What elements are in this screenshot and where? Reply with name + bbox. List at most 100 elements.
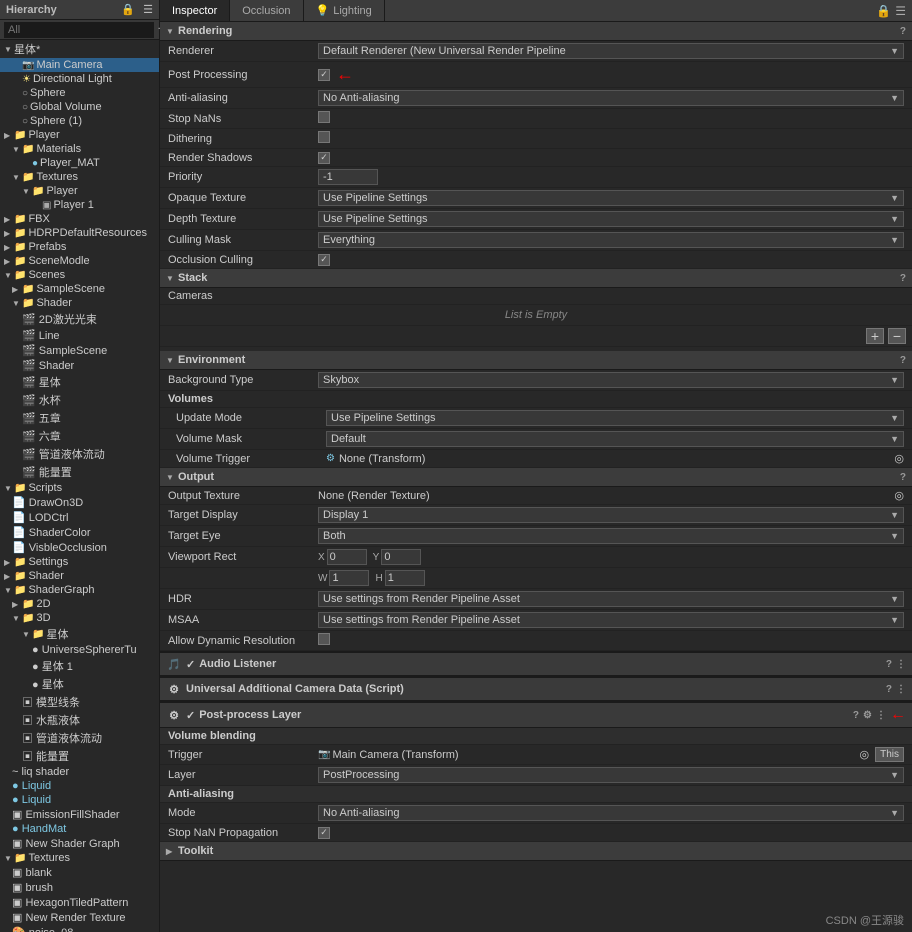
tree-item-player-mat[interactable]: ● Player_MAT xyxy=(0,156,159,170)
render-shadows-checkbox[interactable] xyxy=(318,152,330,164)
background-type-dropdown[interactable]: Skybox ▼ xyxy=(318,372,904,388)
audio-listener-help-btn[interactable]: ? xyxy=(886,659,892,670)
post-process-layer-help-btn[interactable]: ? xyxy=(853,710,859,721)
post-process-layer-enabled[interactable]: ✓ xyxy=(186,709,195,722)
hierarchy-search-input[interactable] xyxy=(4,22,154,38)
tree-item-3d-sg[interactable]: ▼ 📁 3D xyxy=(0,611,159,625)
tree-item-scenemode[interactable]: ▶ 📁 SceneModle xyxy=(0,254,159,268)
tree-item-textures-root[interactable]: ▼ 📁 Textures xyxy=(0,851,159,865)
tree-item-samplescene[interactable]: ▶ 📁 SampleScene xyxy=(0,282,159,296)
tree-item-wuzhang[interactable]: 🎬 五章 xyxy=(0,409,159,427)
tab-lighting[interactable]: 💡 Lighting xyxy=(304,0,385,21)
audio-listener-enabled[interactable]: ✓ xyxy=(186,658,195,671)
tree-item-xingti-root[interactable]: ▼ 星体* xyxy=(0,40,159,58)
tree-item-liuzhang[interactable]: 🎬 六章 xyxy=(0,427,159,445)
tree-item-xingti-3d[interactable]: ▼ 📁 星体 xyxy=(0,625,159,643)
tree-item-prefabs[interactable]: ▶ 📁 Prefabs xyxy=(0,240,159,254)
tree-item-shadercolor[interactable]: 📄 ShaderColor xyxy=(0,525,159,540)
target-display-dropdown[interactable]: Display 1 ▼ xyxy=(318,507,904,523)
tree-item-xingti2[interactable]: 🎬 星体 xyxy=(0,373,159,391)
tree-item-settings[interactable]: ▶ 📁 Settings xyxy=(0,555,159,569)
tree-item-fbx[interactable]: ▶ 📁 FBX xyxy=(0,212,159,226)
priority-input[interactable] xyxy=(318,169,378,185)
mode-dropdown[interactable]: No Anti-aliasing ▼ xyxy=(318,805,904,821)
stack-add-button[interactable]: + xyxy=(866,328,884,344)
tree-item-brush[interactable]: ▣ brush xyxy=(0,880,159,895)
tree-item-visbleocclusion[interactable]: 📄 VisbleOcclusion xyxy=(0,540,159,555)
tree-item-sphere-1[interactable]: ○ Sphere (1) xyxy=(0,114,159,128)
tree-item-player-subfolder[interactable]: ▼ 📁 Player xyxy=(0,184,159,198)
volume-mask-dropdown[interactable]: Default ▼ xyxy=(326,431,904,447)
update-mode-dropdown[interactable]: Use Pipeline Settings ▼ xyxy=(326,410,904,426)
tree-item-new-render[interactable]: ▣ New Render Texture xyxy=(0,910,159,925)
stack-section-header[interactable]: ▼ Stack ? xyxy=(160,269,912,288)
tree-item-materials[interactable]: ▼ 📁 Materials xyxy=(0,142,159,156)
audio-listener-menu-btn[interactable]: ⋮ xyxy=(896,659,906,670)
tree-item-lodctrl[interactable]: 📄 LODCtrl xyxy=(0,510,159,525)
tree-item-noise08[interactable]: 🎨 noise_08 xyxy=(0,925,159,932)
universal-additional-header[interactable]: ⚙ Universal Additional Camera Data (Scri… xyxy=(160,676,912,701)
tree-item-drawon3d[interactable]: 📄 DrawOn3D xyxy=(0,495,159,510)
tree-item-guandao-sg[interactable]: ▣ 管道液体流动 xyxy=(0,729,159,747)
tree-item-hdrp[interactable]: ▶ 📁 HDRPDefaultResources xyxy=(0,226,159,240)
trigger-target-icon[interactable]: ◎ xyxy=(859,748,869,761)
tree-item-nengliangzhi[interactable]: 🎬 能量置 xyxy=(0,463,159,481)
stack-remove-button[interactable]: − xyxy=(888,328,906,344)
toolkit-section-header[interactable]: ▶ Toolkit xyxy=(160,842,912,861)
tree-item-sphere[interactable]: ○ Sphere xyxy=(0,86,159,100)
tree-item-shader-root[interactable]: ▶ 📁 Shader xyxy=(0,569,159,583)
post-process-layer-settings-btn[interactable]: ⚙ xyxy=(863,710,872,721)
tree-item-samplescene2[interactable]: 🎬 SampleScene xyxy=(0,343,159,358)
h-input[interactable] xyxy=(385,570,425,586)
depth-texture-dropdown[interactable]: Use Pipeline Settings ▼ xyxy=(318,211,904,227)
post-processing-checkbox[interactable] xyxy=(318,69,330,81)
post-process-layer-menu-btn[interactable]: ⋮ xyxy=(876,710,886,721)
layer-dropdown[interactable]: PostProcessing ▼ xyxy=(318,767,904,783)
tree-item-liq-shader[interactable]: ~ liq shader xyxy=(0,765,159,779)
output-section-header[interactable]: ▼ Output ? xyxy=(160,468,912,487)
stop-nan-checkbox[interactable] xyxy=(318,827,330,839)
output-help-icon[interactable]: ? xyxy=(900,472,906,483)
this-button[interactable]: This xyxy=(875,747,904,762)
dynamic-resolution-checkbox[interactable] xyxy=(318,633,330,645)
hdr-dropdown[interactable]: Use settings from Render Pipeline Asset … xyxy=(318,591,904,607)
occlusion-culling-checkbox[interactable] xyxy=(318,254,330,266)
tree-item-textures-player[interactable]: ▼ 📁 Textures xyxy=(0,170,159,184)
audio-listener-header[interactable]: 🎵 ✓ Audio Listener ? ⋮ xyxy=(160,651,912,676)
tree-item-main-camera[interactable]: 📷 Main Camera xyxy=(0,58,159,72)
stack-help-icon[interactable]: ? xyxy=(900,273,906,284)
dithering-checkbox[interactable] xyxy=(318,131,330,143)
inspector-menu-icon[interactable]: ☰ xyxy=(895,4,906,18)
tree-item-new-sg[interactable]: ▣ New Shader Graph xyxy=(0,836,159,851)
tree-item-global-volume[interactable]: ○ Global Volume xyxy=(0,100,159,114)
renderer-dropdown[interactable]: Default Renderer (New Universal Render P… xyxy=(318,43,904,59)
tree-item-shader2[interactable]: 🎬 Shader xyxy=(0,358,159,373)
tree-item-directional-light[interactable]: ☀ Directional Light xyxy=(0,72,159,86)
culling-mask-dropdown[interactable]: Everything ▼ xyxy=(318,232,904,248)
tab-inspector[interactable]: Inspector xyxy=(160,0,230,21)
tab-occlusion[interactable]: Occlusion xyxy=(230,0,303,21)
y-input[interactable] xyxy=(381,549,421,565)
tree-item-shader-scenes[interactable]: ▼ 📁 Shader xyxy=(0,296,159,310)
tree-item-xingti-1[interactable]: ● 星体 1 xyxy=(0,657,159,675)
post-process-layer-header[interactable]: ⚙ ✓ Post-process Layer ? ⚙ ⋮ ← xyxy=(160,701,912,728)
tree-item-player-1[interactable]: ▣ Player 1 xyxy=(0,198,159,212)
universal-additional-help-btn[interactable]: ? xyxy=(886,684,892,695)
stop-nans-checkbox[interactable] xyxy=(318,111,330,123)
anti-aliasing-dropdown[interactable]: No Anti-aliasing ▼ xyxy=(318,90,904,106)
hierarchy-menu-icon[interactable]: ☰ xyxy=(143,3,153,16)
tree-item-shadergraph[interactable]: ▼ 📁 ShaderGraph xyxy=(0,583,159,597)
target-eye-dropdown[interactable]: Both ▼ xyxy=(318,528,904,544)
volume-trigger-target-icon[interactable]: ◎ xyxy=(894,452,904,465)
output-texture-target-icon[interactable]: ◎ xyxy=(894,489,904,502)
msaa-dropdown[interactable]: Use settings from Render Pipeline Asset … xyxy=(318,612,904,628)
tree-item-scripts[interactable]: ▼ 📁 Scripts xyxy=(0,481,159,495)
tree-item-scenes[interactable]: ▼ 📁 Scenes xyxy=(0,268,159,282)
w-input[interactable] xyxy=(329,570,369,586)
tree-item-2d-sg[interactable]: ▶ 📁 2D xyxy=(0,597,159,611)
tree-item-blank[interactable]: ▣ blank xyxy=(0,865,159,880)
environment-help-icon[interactable]: ? xyxy=(900,355,906,366)
universal-additional-menu-btn[interactable]: ⋮ xyxy=(896,684,906,695)
inspector-lock-icon[interactable]: 🔒 xyxy=(876,4,891,18)
tree-item-hexagon[interactable]: ▣ HexagonTiledPattern xyxy=(0,895,159,910)
